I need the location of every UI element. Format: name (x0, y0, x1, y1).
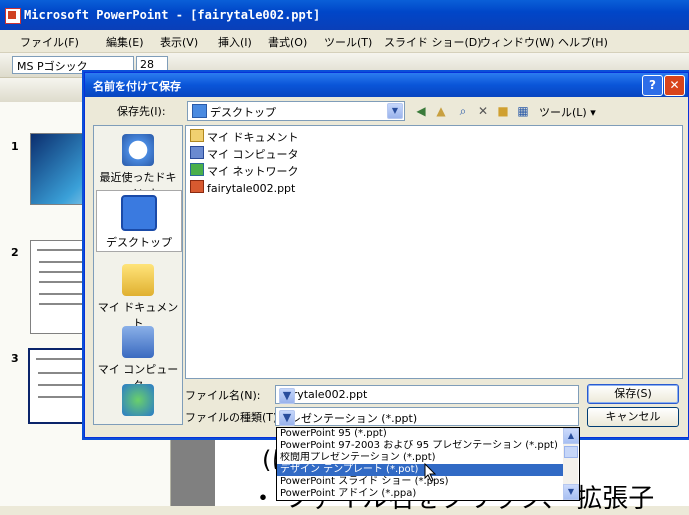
cancel-button[interactable]: キャンセル (587, 407, 679, 427)
file-item[interactable]: マイ コンピュータ (190, 146, 299, 162)
filetype-option[interactable]: PowerPoint 97-2003 および 95 プレゼンテーション (*.p… (277, 440, 564, 452)
delete-icon[interactable]: ✕ (475, 103, 491, 119)
scroll-up-icon[interactable]: ▲ (563, 428, 579, 444)
save-as-dialog: 名前を付けて保存 ? ✕ 保存先(I): デスクトップ ▼ ◀ ▲ ⌕ ✕ ■ … (84, 72, 689, 438)
file-item-label: マイ ドキュメント (207, 131, 299, 144)
save-in-combo[interactable]: デスクトップ ▼ (187, 101, 405, 121)
mouse-cursor-icon (424, 463, 437, 482)
search-icon[interactable]: ⌕ (455, 103, 471, 119)
place-desktop-label: デスクトップ (106, 236, 172, 249)
place-my-network[interactable] (96, 384, 180, 419)
desktop-icon (121, 195, 157, 231)
tools-menu[interactable]: ツール(L) ▾ (539, 104, 596, 120)
menu-insert[interactable]: 挿入(I) (218, 34, 252, 50)
menu-tools[interactable]: ツール(T) (324, 34, 372, 50)
close-button[interactable]: ✕ (664, 75, 685, 96)
menu-bar: ファイル(F) 編集(E) 表示(V) 挿入(I) 書式(O) ツール(T) ス… (0, 30, 689, 53)
menu-slideshow[interactable]: スライド ショー(D) (384, 34, 482, 50)
my-network-icon (122, 384, 154, 416)
chevron-down-icon[interactable]: ▼ (279, 410, 295, 426)
menu-format[interactable]: 書式(O) (268, 34, 307, 50)
my-documents-icon (122, 264, 154, 296)
my-computer-icon (122, 326, 154, 358)
place-my-documents[interactable]: マイ ドキュメント (96, 264, 180, 331)
filename-label: ファイル名(N): (185, 389, 261, 402)
app-title: Microsoft PowerPoint - [fairytale002.ppt… (24, 8, 321, 22)
filetype-option-selected[interactable]: デザイン テンプレート (*.pot) (277, 464, 564, 476)
network-icon (190, 163, 204, 176)
menu-window[interactable]: ウィンドウ(W) (480, 34, 554, 50)
places-bar: 最近使ったドキュメント デスクトップ マイ ドキュメント マイ コンピュータ (93, 125, 183, 425)
ppt-file-icon (190, 180, 204, 193)
menu-view[interactable]: 表示(V) (160, 34, 198, 50)
filetype-option[interactable]: 校閲用プレゼンテーション (*.ppt) (277, 452, 564, 464)
filetype-option[interactable]: PowerPoint スライド ショー (*.pps) (277, 476, 564, 488)
place-desktop[interactable]: デスクトップ (96, 190, 182, 252)
filetype-option[interactable]: PowerPoint 95 (*.ppt) (277, 428, 564, 440)
folder-icon (190, 129, 204, 142)
views-icon[interactable]: ▦ (515, 103, 531, 119)
font-name-value: MS Pゴシック (17, 60, 88, 73)
dialog-title-bar[interactable]: 名前を付けて保存 ? ✕ (85, 73, 688, 97)
filetype-combo[interactable]: プレゼンテーション (*.ppt) ▼ (275, 407, 579, 426)
back-icon[interactable]: ◀ (413, 103, 429, 119)
menu-edit[interactable]: 編集(E) (106, 34, 144, 50)
dropdown-scrollbar[interactable]: ▲ ▼ (563, 428, 579, 500)
save-in-value: デスクトップ (210, 106, 276, 119)
up-folder-icon[interactable]: ▲ (433, 103, 449, 119)
chevron-down-icon[interactable]: ▼ (387, 103, 403, 119)
filetype-label: ファイルの種類(T): (185, 411, 282, 424)
scroll-down-icon[interactable]: ▼ (563, 484, 579, 500)
filetype-option[interactable]: PowerPoint アドイン (*.ppa) (277, 488, 564, 500)
file-item-label: マイ コンピュータ (207, 148, 299, 161)
file-item[interactable]: マイ ネットワーク (190, 163, 299, 179)
slide-number-1: 1 (11, 140, 19, 153)
file-list: マイ ドキュメント マイ コンピュータ マイ ネットワーク fairytale0… (185, 125, 683, 379)
dialog-title: 名前を付けて保存 (93, 80, 181, 93)
app-title-bar: Microsoft PowerPoint - [fairytale002.ppt… (0, 0, 689, 30)
slide-number-3: 3 (11, 352, 19, 365)
menu-help[interactable]: ヘルプ(H) (558, 34, 608, 50)
slide-number-2: 2 (11, 246, 19, 259)
save-in-label: 保存先(I): (117, 105, 166, 118)
font-size-value: 28 (140, 58, 154, 71)
chevron-down-icon[interactable]: ▼ (279, 388, 295, 404)
file-item[interactable]: fairytale002.ppt (190, 180, 295, 195)
save-button[interactable]: 保存(S) (587, 384, 679, 404)
desktop-icon (192, 104, 207, 118)
dialog-toolbar: ◀ ▲ ⌕ ✕ ■ ▦ ツール(L) ▾ (411, 102, 661, 120)
powerpoint-icon[interactable] (5, 8, 21, 24)
menu-file[interactable]: ファイル(F) (20, 34, 79, 50)
place-my-computer[interactable]: マイ コンピュータ (96, 326, 180, 393)
file-item-label: マイ ネットワーク (207, 165, 299, 178)
recent-documents-icon (122, 134, 154, 166)
help-button[interactable]: ? (642, 75, 663, 96)
file-item-label: fairytale002.ppt (207, 182, 296, 195)
file-item[interactable]: マイ ドキュメント (190, 129, 299, 145)
computer-icon (190, 146, 204, 159)
filetype-value: プレゼンテーション (*.ppt) (279, 412, 418, 425)
filename-input[interactable]: fairytale002.ppt ▼ (275, 385, 579, 404)
scroll-thumb[interactable] (564, 446, 578, 458)
new-folder-icon[interactable]: ■ (495, 103, 511, 119)
